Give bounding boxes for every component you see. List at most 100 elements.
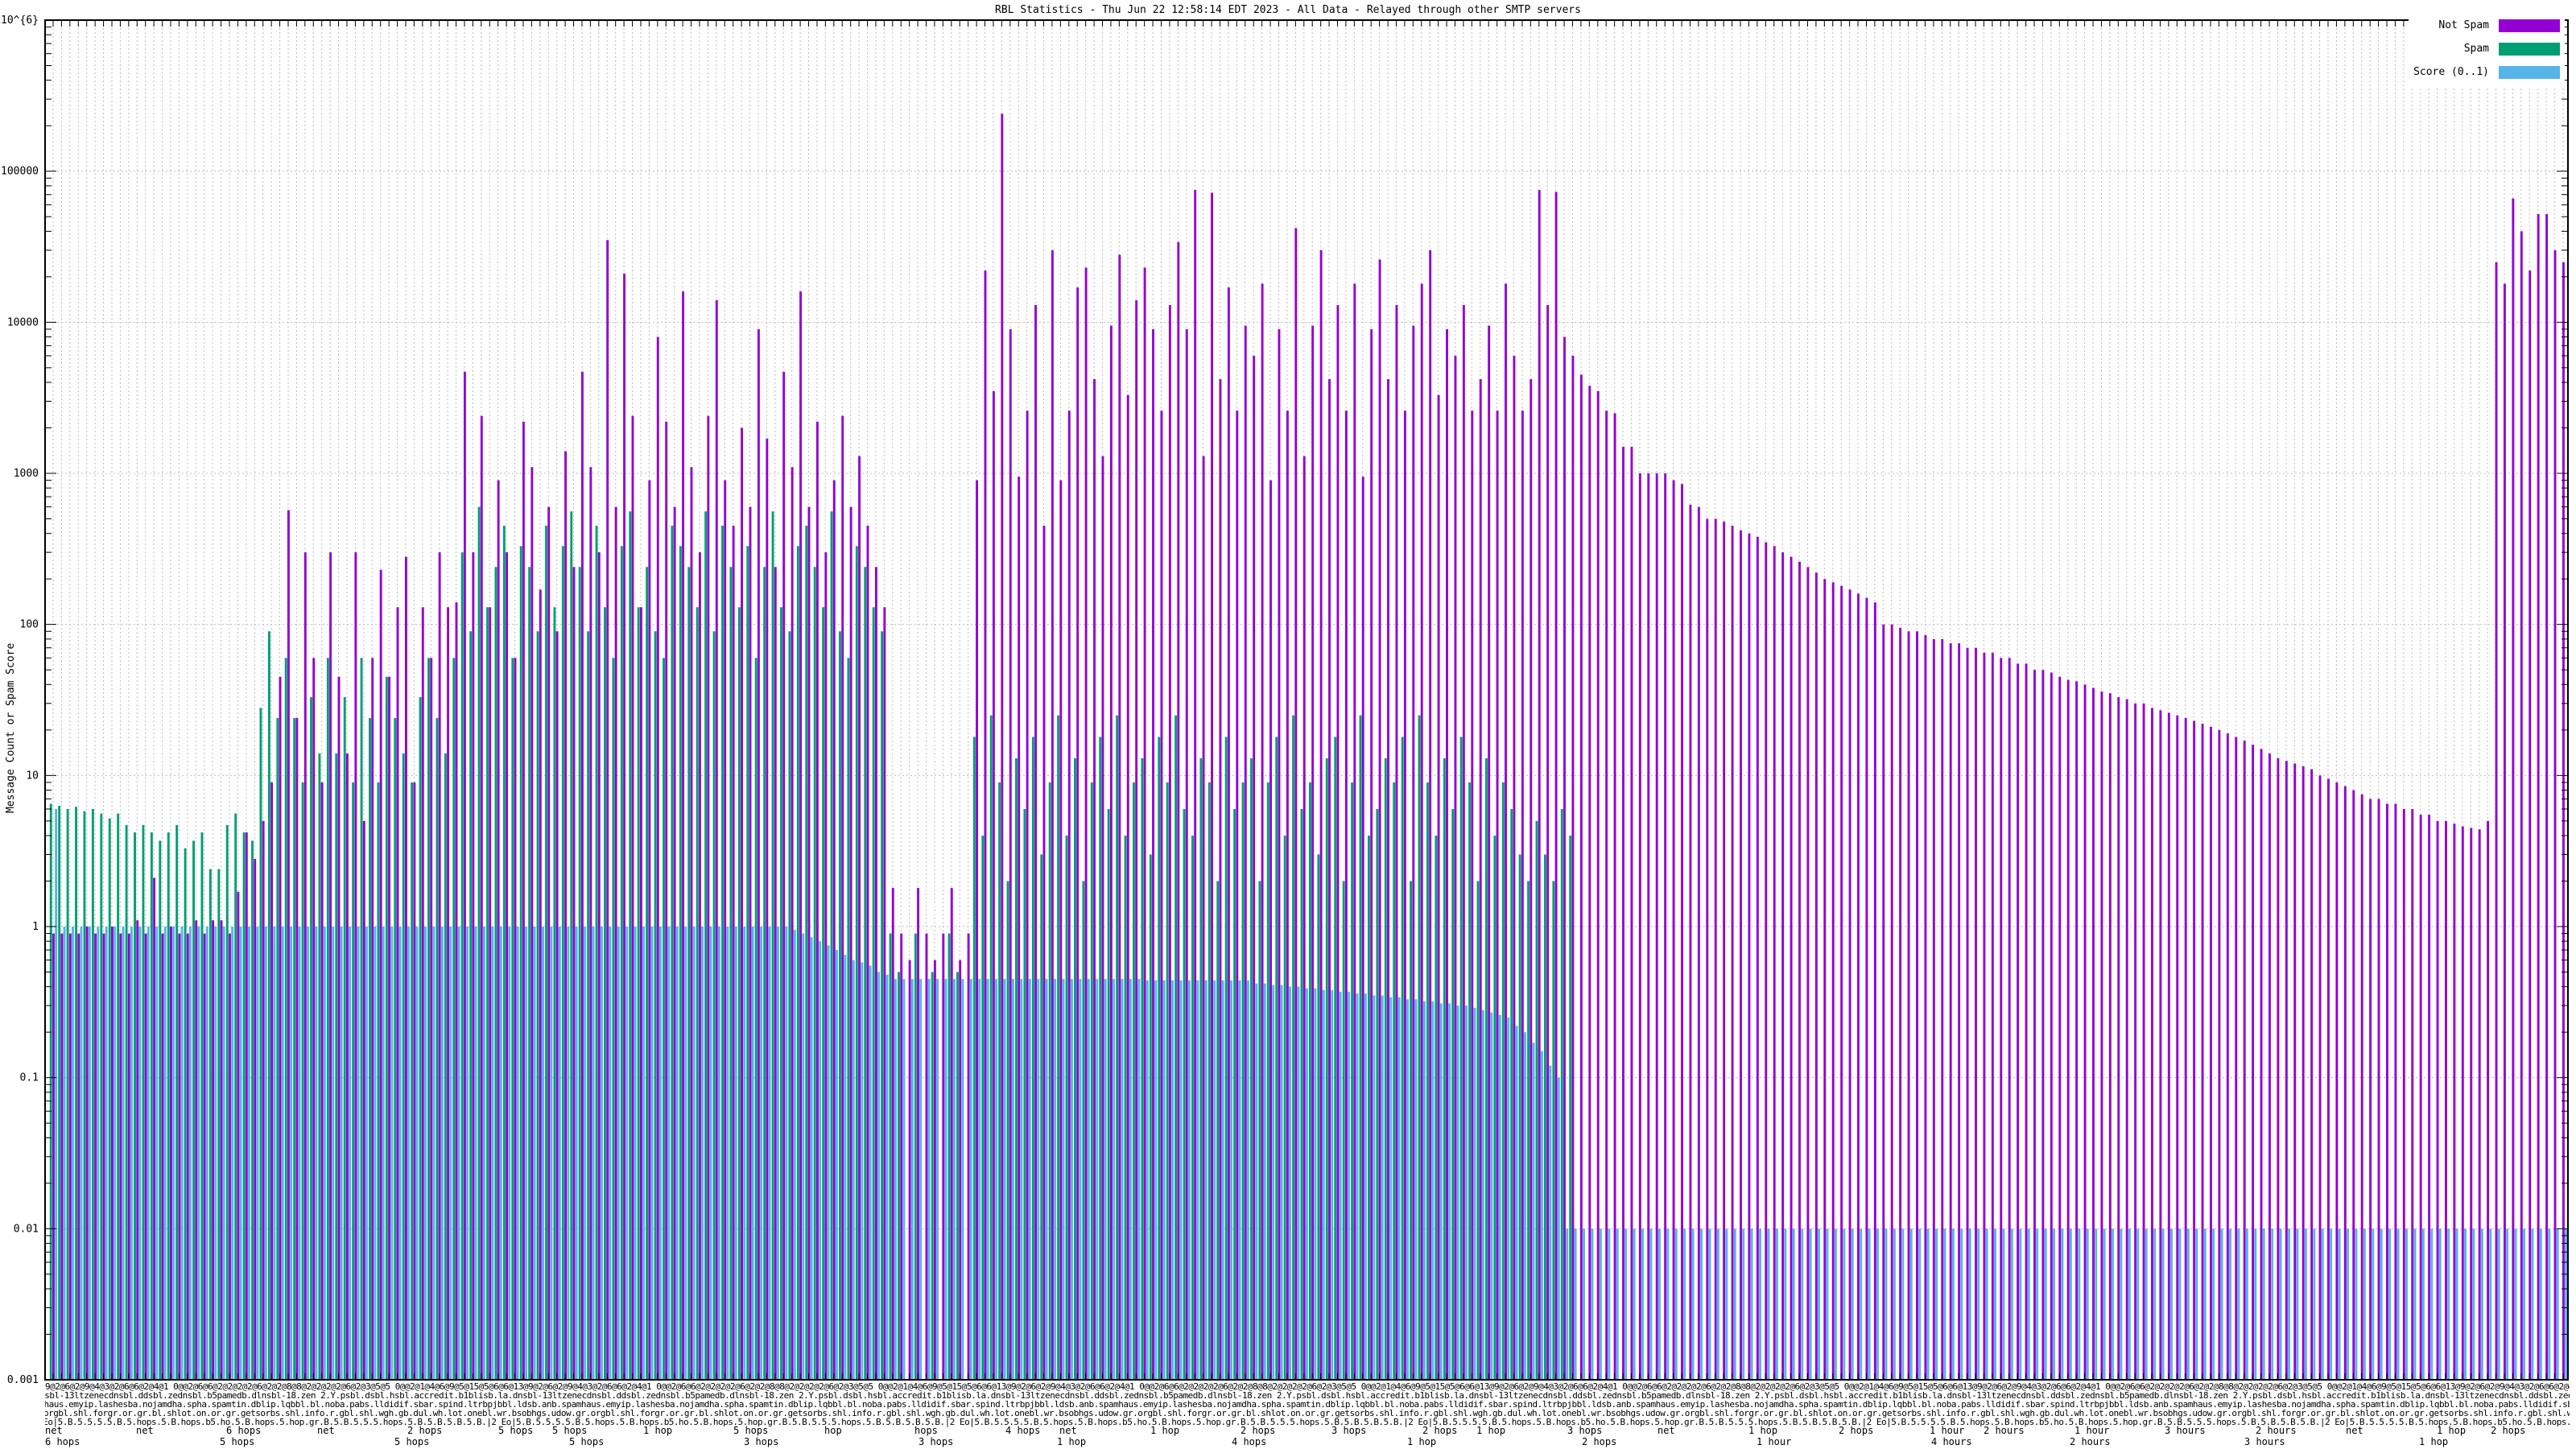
bar-not-spam <box>2058 676 2062 1380</box>
bar-not-spam <box>254 859 257 1380</box>
bar-not-spam <box>1194 190 1197 1380</box>
bar-score <box>869 965 872 1380</box>
bar-not-spam <box>2100 691 2103 1380</box>
bar-not-spam <box>1084 267 1088 1380</box>
bar-not-spam <box>1806 567 1810 1380</box>
bar-not-spam <box>782 371 786 1380</box>
bar-not-spam <box>1294 228 1298 1380</box>
x-hops-label: 6 hops <box>226 1425 262 1436</box>
bar-spam <box>242 832 246 1380</box>
bar-score <box>1792 1228 1795 1380</box>
bar-not-spam <box>1429 250 1432 1380</box>
bar-spam <box>1057 715 1060 1380</box>
bar-score <box>2078 1228 2081 1380</box>
bar-spam <box>200 832 204 1380</box>
bar-score <box>1020 979 1023 1380</box>
bar-not-spam <box>1378 259 1381 1380</box>
bar-score <box>684 927 687 1380</box>
x-hops-label: 5 hops <box>733 1425 769 1436</box>
bar-score <box>1204 980 1208 1380</box>
bar-score <box>910 979 914 1380</box>
bar-score <box>2380 1228 2383 1380</box>
bar-score <box>601 927 603 1380</box>
bar-score <box>432 927 436 1380</box>
bar-score <box>147 927 150 1380</box>
bar-score <box>307 927 309 1380</box>
bar-not-spam <box>178 933 181 1380</box>
bar-score <box>1666 1228 1670 1380</box>
bar-not-spam <box>1395 304 1398 1380</box>
bar-score <box>63 927 66 1380</box>
bar-spam <box>1031 737 1034 1380</box>
bar-not-spam <box>2478 829 2481 1380</box>
bar-score <box>953 979 956 1380</box>
bar-spam <box>369 717 371 1380</box>
bar-not-spam <box>1740 530 1742 1380</box>
bar-score <box>197 927 200 1380</box>
bar-not-spam <box>841 415 844 1381</box>
bar-spam <box>704 511 708 1380</box>
bar-score <box>1868 1228 1871 1380</box>
bar-not-spam <box>354 552 357 1380</box>
bar-spam <box>234 813 237 1380</box>
x-hops-label: 1 hop <box>1057 1436 1087 1447</box>
bar-spam <box>225 824 229 1380</box>
bar-score <box>1583 1228 1586 1380</box>
bar-spam <box>1393 782 1396 1380</box>
bar-not-spam <box>580 371 584 1380</box>
bar-spam <box>150 832 153 1380</box>
bar-not-spam <box>413 782 416 1380</box>
bar-score <box>2347 1228 2349 1380</box>
bar-score <box>1557 1077 1560 1380</box>
bar-score <box>2321 1228 2324 1380</box>
bar-score <box>1540 1051 1543 1380</box>
bar-score <box>1498 1014 1501 1380</box>
bar-score <box>2489 1228 2492 1380</box>
bar-score <box>1045 979 1048 1380</box>
bar-not-spam <box>1890 624 1893 1380</box>
bar-score <box>1414 999 1418 1380</box>
bar-score <box>365 927 368 1380</box>
bar-spam <box>712 631 716 1380</box>
bar-not-spam <box>1236 411 1239 1381</box>
bar-not-spam <box>572 567 576 1380</box>
bar-not-spam <box>1462 304 1465 1380</box>
legend-swatch-not-spam <box>2499 19 2560 32</box>
bar-score <box>667 927 671 1380</box>
bar-not-spam <box>1454 355 1457 1381</box>
bar-score <box>105 927 108 1380</box>
bar-not-spam <box>320 782 324 1380</box>
x-hops-label: 2 hops <box>1839 1425 1874 1436</box>
bar-spam <box>1368 836 1370 1380</box>
bar-spam <box>1451 808 1455 1380</box>
x-hops-label: 2 hops <box>1582 1436 1617 1447</box>
bar-not-spam <box>2487 820 2490 1380</box>
bar-score <box>919 979 923 1380</box>
bar-not-spam <box>815 421 819 1380</box>
bar-not-spam <box>463 371 466 1380</box>
bar-not-spam <box>757 328 760 1380</box>
bar-spam <box>1468 782 1472 1380</box>
legend: Not Spam Spam Score (0..1) <box>2409 11 2565 86</box>
bar-score <box>1801 1228 1804 1380</box>
x-hops-label: 1 hop <box>1150 1425 1180 1436</box>
bar-not-spam <box>1647 473 1650 1380</box>
bar-spam <box>1040 854 1043 1380</box>
bar-spam <box>771 511 774 1380</box>
bar-spam <box>486 607 489 1380</box>
bar-not-spam <box>77 933 80 1380</box>
bar-not-spam <box>2419 815 2422 1380</box>
bar-not-spam <box>2445 820 2447 1380</box>
bar-not-spam <box>1773 546 1776 1380</box>
bar-score <box>2396 1228 2400 1380</box>
bar-score <box>2438 1228 2442 1380</box>
bar-not-spam <box>2125 699 2128 1380</box>
bar-not-spam <box>345 753 349 1380</box>
bar-not-spam <box>68 933 72 1380</box>
bar-spam <box>1006 881 1009 1380</box>
x-hops-label: 5 hops <box>220 1436 255 1447</box>
bar-not-spam <box>715 299 718 1381</box>
bar-score <box>852 960 855 1380</box>
bar-score <box>2464 1228 2467 1380</box>
bar-not-spam <box>1328 379 1331 1381</box>
